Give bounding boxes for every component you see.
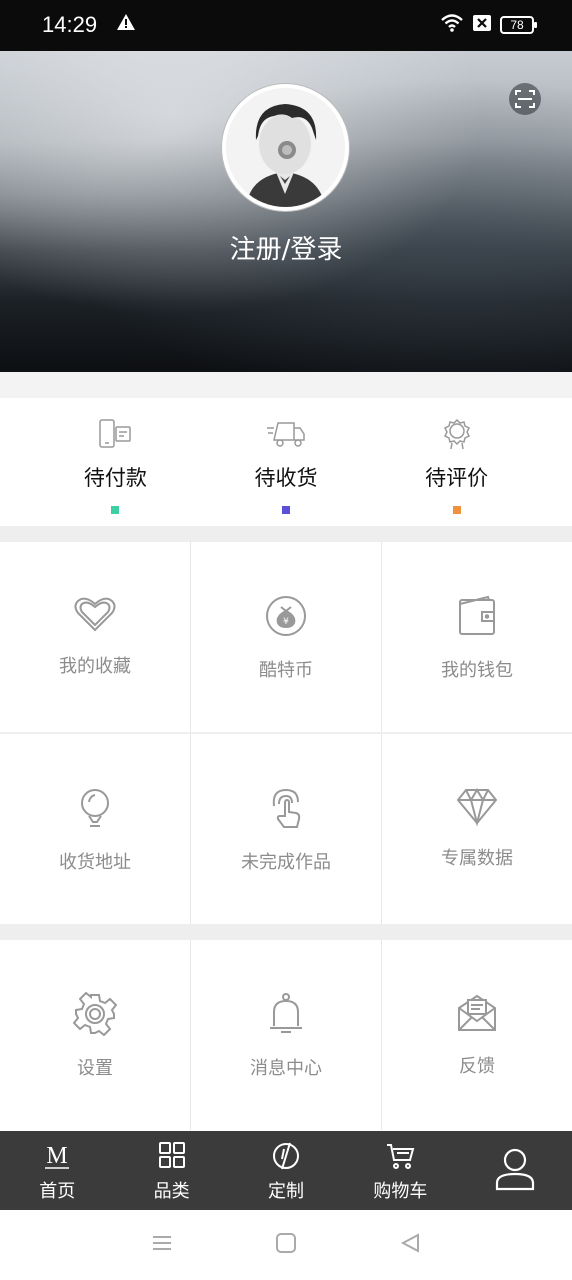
- feature-row: 设置 消息中心 反馈: [0, 940, 572, 1130]
- order-pending-review[interactable]: 待评价: [382, 398, 532, 526]
- status-dot: [281, 506, 290, 514]
- tab-label: 定制: [268, 1181, 305, 1202]
- gear-icon: [72, 991, 118, 1040]
- home-m-icon: M: [42, 1141, 72, 1175]
- tab-cart[interactable]: 购物车: [343, 1131, 457, 1210]
- coin-bag-icon: ¥: [264, 594, 308, 642]
- sim-off-icon: [472, 14, 492, 36]
- message-center-button[interactable]: 消息中心: [191, 940, 381, 1130]
- feature-row: 我的收藏 ¥ 酷特币 我的钱包: [0, 542, 572, 732]
- tab-label: 首页: [39, 1181, 76, 1202]
- menu-icon[interactable]: [150, 1231, 174, 1259]
- heart-icon: [73, 594, 117, 638]
- order-label: 待评价: [425, 466, 489, 490]
- section-gap: [0, 924, 572, 940]
- feature-label: 收货地址: [59, 852, 131, 873]
- favorites-button[interactable]: 我的收藏: [0, 542, 190, 732]
- exclusive-data-button[interactable]: 专属数据: [382, 734, 572, 924]
- wallet-button[interactable]: 我的钱包: [382, 542, 572, 732]
- bell-icon: [266, 992, 306, 1040]
- settings-button[interactable]: 设置: [0, 940, 190, 1130]
- profile-header: 注册/登录: [0, 51, 572, 372]
- svg-text:M: M: [47, 1143, 68, 1169]
- order-pending-receipt[interactable]: 待收货: [211, 398, 361, 526]
- order-label: 待付款: [83, 466, 147, 490]
- tab-custom[interactable]: 定制: [229, 1131, 343, 1210]
- status-dot: [452, 506, 461, 514]
- battery-indicator: 78: [500, 16, 537, 34]
- feature-label: 我的收藏: [59, 656, 131, 677]
- warning-icon: [116, 13, 136, 35]
- grid-icon: [157, 1141, 187, 1175]
- tab-profile[interactable]: [458, 1131, 572, 1210]
- wifi-icon: [440, 13, 464, 37]
- touch-icon: [266, 786, 306, 834]
- svg-text:¥: ¥: [283, 617, 289, 627]
- mail-icon: [455, 992, 499, 1038]
- section-gap: [0, 526, 572, 542]
- person-icon: [494, 1147, 536, 1195]
- feature-label: 专属数据: [441, 848, 513, 869]
- home-square-icon[interactable]: [274, 1231, 298, 1259]
- address-button[interactable]: 收货地址: [0, 734, 190, 924]
- feedback-button[interactable]: 反馈: [382, 940, 572, 1130]
- order-pending-payment[interactable]: 待付款: [40, 398, 190, 526]
- order-status-bar: 待付款 待收货 待评价: [0, 398, 572, 526]
- status-dot: [111, 506, 120, 514]
- status-time: 14:29: [42, 12, 98, 37]
- feature-row: 收货地址 未完成作品 专属数据: [0, 734, 572, 924]
- custom-icon: [271, 1141, 301, 1175]
- location-pin-icon: [77, 786, 113, 834]
- back-icon[interactable]: [398, 1231, 422, 1259]
- status-bar: 14:29 78: [0, 0, 572, 51]
- delivery-truck-icon: [266, 418, 306, 454]
- cart-icon: [385, 1141, 415, 1175]
- unfinished-works-button[interactable]: 未完成作品: [191, 734, 381, 924]
- section-gap: [0, 372, 572, 398]
- tab-category[interactable]: 品类: [114, 1131, 228, 1210]
- wallet-icon: [457, 594, 497, 642]
- coolt-coin-button[interactable]: ¥ 酷特币: [191, 542, 381, 732]
- feature-label: 未完成作品: [241, 852, 331, 873]
- order-label: 待收货: [254, 466, 318, 490]
- login-register-link[interactable]: 注册/登录: [0, 229, 572, 266]
- phone-card-icon: [97, 418, 133, 454]
- tab-label: 购物车: [373, 1181, 428, 1202]
- feature-label: 消息中心: [250, 1058, 322, 1079]
- tab-home[interactable]: M 首页: [0, 1131, 114, 1210]
- system-nav-bar: [0, 1210, 572, 1280]
- feature-label: 酷特币: [259, 660, 313, 681]
- badge-award-icon: [441, 418, 473, 454]
- feature-label: 设置: [77, 1058, 113, 1079]
- feature-label: 我的钱包: [441, 660, 513, 681]
- diamond-icon: [455, 786, 499, 830]
- feature-label: 反馈: [459, 1056, 495, 1077]
- bottom-tab-bar: M 首页 品类 定制 购物车: [0, 1131, 572, 1210]
- avatar[interactable]: [222, 84, 349, 211]
- tab-label: 品类: [153, 1181, 190, 1202]
- scan-icon[interactable]: [509, 83, 541, 115]
